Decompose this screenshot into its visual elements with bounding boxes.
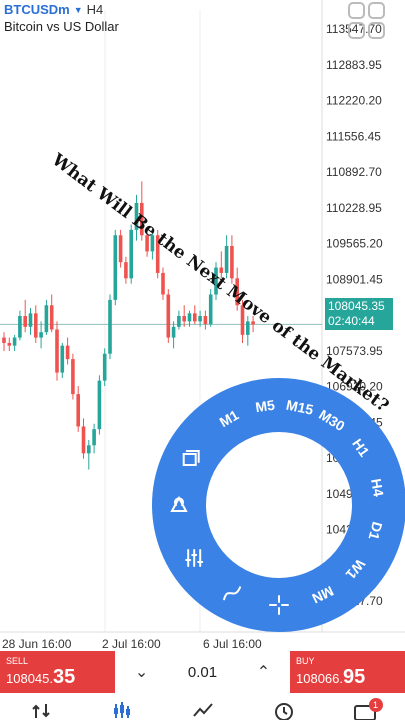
x-tick-label: 28 Jun 16:00 (2, 637, 72, 650)
dial-timeframe-h4[interactable]: H4 (368, 477, 387, 498)
candle-bull (198, 316, 202, 322)
trade-bar: SELL 108045.35 ⌄ 0.01 ⌃ BUY 108066.95 (0, 651, 405, 693)
timeframe-dial[interactable]: M1M5 M15 M30H1H4D1W1MN (152, 378, 405, 632)
candle-bear (182, 316, 186, 322)
y-tick-label: 107573.95 (326, 344, 383, 358)
layout-grid-icon[interactable] (347, 2, 387, 40)
candle-bull (12, 337, 17, 346)
candle-bull (187, 313, 192, 322)
x-tick-label: 6 Jul 16:00 (203, 637, 262, 650)
candle-bull (92, 429, 96, 446)
history-icon[interactable] (272, 700, 296, 720)
y-tick-label: 108901.45 (326, 272, 383, 286)
timeframe-label: H4 (86, 2, 104, 17)
quotes-icon[interactable] (29, 700, 53, 720)
candle-bear (71, 359, 75, 395)
candle-bear (2, 337, 6, 343)
candle-bull (177, 316, 181, 327)
current-price-tag: 108045.35 02:40:44 (325, 298, 393, 330)
sell-label: SELL (6, 656, 29, 666)
volume-decrease-icon[interactable]: ⌄ (135, 662, 148, 682)
dial-timeframe-m5[interactable]: M5 (254, 397, 276, 416)
current-price-value: 108045.35 (328, 299, 385, 313)
y-tick-label: 112883.95 (326, 58, 382, 72)
candle-bear (161, 272, 165, 295)
candle-bull (108, 299, 112, 354)
y-tick-label: 110892.70 (326, 165, 382, 179)
y-tick-label: 109565.20 (326, 237, 383, 251)
candle-bear (76, 394, 80, 427)
candle-bull (87, 445, 91, 454)
sell-price-main: 108045. (6, 671, 53, 686)
candle-bear (230, 246, 234, 279)
buy-label: BUY (296, 656, 315, 666)
symbol-description: Bitcoin vs US Dollar (4, 19, 119, 34)
candle-bear (124, 262, 128, 279)
candle-bull (208, 294, 213, 325)
sell-price-big: 35 (53, 666, 76, 688)
candle-bull (171, 326, 176, 338)
y-tick-label: 111556.45 (326, 129, 381, 143)
buy-price-main: 108066. (296, 671, 343, 686)
candle-bear (118, 235, 123, 263)
candle-bull (39, 332, 43, 338)
volume-control: ⌄ 0.01 ⌃ (115, 651, 290, 693)
chart-icon[interactable] (110, 700, 134, 720)
messages-badge: 1 (368, 698, 383, 712)
candle-bear (55, 329, 59, 373)
y-tick-label: 110228.95 (326, 201, 382, 215)
volume-value[interactable]: 0.01 (188, 664, 217, 681)
sell-button[interactable]: SELL 108045.35 (0, 651, 115, 693)
y-tick-label: 112220.20 (326, 94, 382, 108)
candle-bear (81, 426, 86, 454)
bottom-nav: 1 (0, 698, 405, 720)
candle-bull (246, 321, 250, 335)
candle-bear (203, 316, 208, 325)
candle-bull (224, 246, 229, 273)
x-tick-label: 2 Jul 16:00 (102, 637, 161, 650)
candle-bull (102, 353, 107, 381)
candle-bull (28, 313, 33, 327)
bar-countdown: 02:40:44 (328, 314, 375, 328)
candle-bear (193, 313, 197, 322)
candle-bull (113, 235, 118, 300)
candle-bull (97, 380, 102, 430)
chart-header: BTCUSDm ▼ H4 Bitcoin vs US Dollar (4, 2, 119, 34)
candle-bear (166, 294, 171, 338)
candle-bear (65, 345, 70, 360)
symbol-name[interactable]: BTCUSDm (4, 2, 70, 17)
buy-button[interactable]: BUY 108066.95 (290, 651, 405, 693)
candle-bull (60, 345, 65, 373)
symbol-dropdown-icon[interactable]: ▼ (74, 5, 83, 15)
objects-icon[interactable] (185, 548, 204, 567)
candle-bull (44, 305, 49, 333)
candle-bear (23, 316, 27, 327)
messages-nav[interactable]: 1 (353, 698, 383, 720)
trade-icon[interactable] (191, 700, 215, 720)
buy-price-big: 95 (343, 666, 366, 688)
candle-bear (34, 313, 38, 338)
candle-bull (18, 316, 22, 338)
candle-bull (129, 229, 133, 279)
candle-bear (7, 342, 12, 346)
volume-increase-icon[interactable]: ⌃ (257, 662, 270, 682)
candle-bear (49, 305, 54, 330)
